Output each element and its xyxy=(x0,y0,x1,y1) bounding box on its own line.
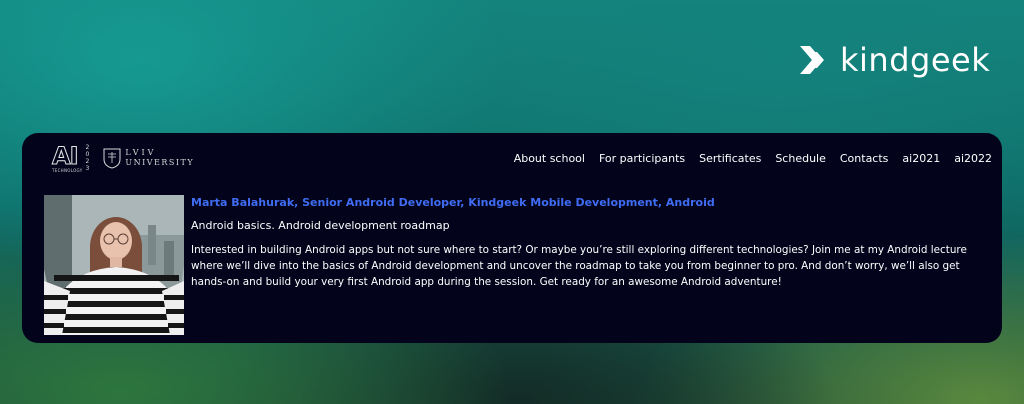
university-line1: LVIV xyxy=(125,148,157,157)
talk-description: Interested in building Android apps but … xyxy=(191,244,967,288)
nav-about-school[interactable]: About school xyxy=(514,152,585,165)
nav-for-participants[interactable]: For participants xyxy=(599,152,685,165)
ai-logo-year: 2 0 2 3 xyxy=(85,144,90,172)
speaker-name: Marta Balahurak, Senior Android Develope… xyxy=(191,196,715,209)
speaker-portrait-image xyxy=(44,195,184,335)
nav-contacts[interactable]: Contacts xyxy=(840,152,889,165)
event-card: AI TECHNOLOGY 2 0 2 3 LVIV UNIVERSITY Ab… xyxy=(22,133,1002,343)
university-crest-icon xyxy=(103,148,121,169)
nav-sertificates[interactable]: Sertificates xyxy=(699,152,761,165)
lviv-university-logo[interactable]: LVIV UNIVERSITY xyxy=(103,147,194,169)
ai-logo-caption: TECHNOLOGY xyxy=(52,167,83,173)
university-line2: UNIVERSITY xyxy=(125,158,195,167)
talk-content: Marta Balahurak, Senior Android Develope… xyxy=(184,195,1002,335)
nav-schedule[interactable]: Schedule xyxy=(775,152,826,165)
ai-school-logo[interactable]: AI TECHNOLOGY 2 0 2 3 xyxy=(52,141,90,173)
nav-ai2022[interactable]: ai2022 xyxy=(954,152,992,165)
talk-title: Android basics. Android development road… xyxy=(191,219,450,232)
kindgeek-chevrons-icon xyxy=(800,46,824,74)
talk-section: Marta Balahurak, Senior Android Develope… xyxy=(22,183,1002,335)
speaker-photo xyxy=(44,195,184,335)
brand-name: kindgeek xyxy=(840,41,991,79)
main-nav: About school For participants Sertificat… xyxy=(514,152,992,165)
kindgeek-logo: kindgeek xyxy=(798,40,990,80)
site-header: AI TECHNOLOGY 2 0 2 3 LVIV UNIVERSITY Ab… xyxy=(22,133,1002,183)
nav-ai2021[interactable]: ai2021 xyxy=(902,152,940,165)
ai-logo-text: AI xyxy=(52,141,79,170)
